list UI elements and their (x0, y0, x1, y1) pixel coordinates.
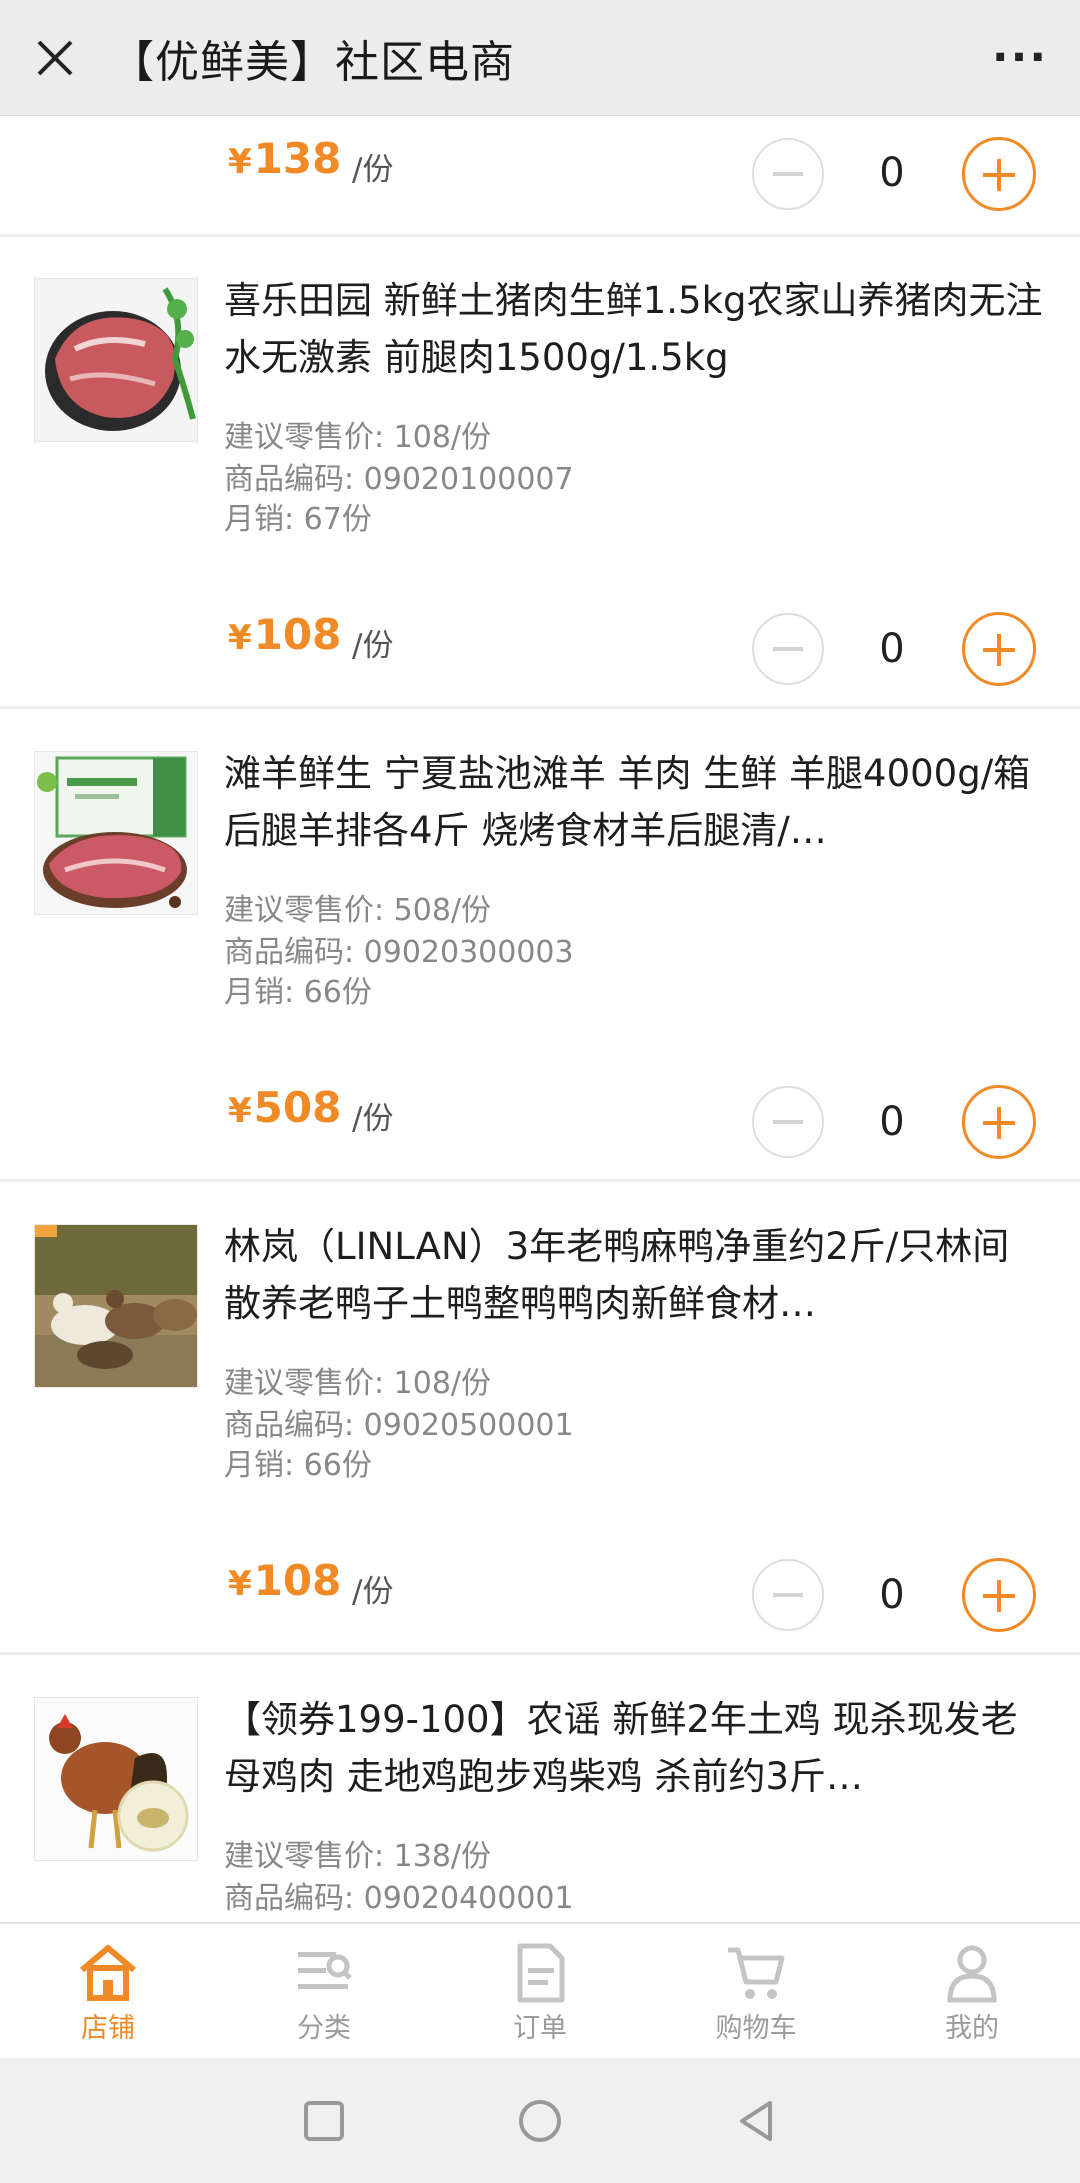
product-list[interactable]: ¥138 /份 0 喜乐田园 新鲜土猪肉生鲜1.5kg农家山养猪肉无注水无激素 … (0, 116, 1080, 1922)
decrease-button[interactable] (752, 138, 824, 210)
circle-icon (519, 2099, 561, 2142)
price: ¥508 (228, 1083, 342, 1132)
price: ¥108 (228, 1556, 342, 1605)
minus-icon (773, 172, 803, 176)
decrease-button[interactable] (752, 613, 824, 685)
close-icon (37, 40, 73, 75)
tab-label: 我的 (945, 2013, 999, 2044)
product-item[interactable]: 喜乐田园 新鲜土猪肉生鲜1.5kg农家山养猪肉无注水无激素 前腿肉1500g/1… (0, 236, 1080, 706)
cart-icon (728, 1947, 785, 1999)
increase-button[interactable] (962, 137, 1036, 211)
price-unit: /份 (352, 152, 394, 188)
minus-icon (773, 1593, 803, 1597)
product-name: 林岚（LINLAN）3年老鸭麻鸭净重约2斤/只林间散养老鸭子土鸭整鸭鸭肉新鲜食材… (224, 1225, 1010, 1325)
product-code: 商品编码: 09020100007 (224, 462, 574, 497)
product-name: 滩羊鲜生 宁夏盐池滩羊 羊肉 生鲜 羊腿4000g/箱 后腿羊排各4斤 烧烤食材… (224, 752, 1031, 852)
product-image (34, 278, 198, 442)
product-item[interactable]: 滩羊鲜生 宁夏盐池滩羊 羊肉 生鲜 羊腿4000g/箱 后腿羊排各4斤 烧烤食材… (0, 709, 1080, 1179)
more-menu-button[interactable]: ··· (960, 0, 1080, 116)
tab-shop[interactable]: 店铺 (0, 1924, 216, 2058)
increase-button[interactable] (962, 1085, 1036, 1159)
product-item[interactable]: 【领券199-100】农谣 新鲜2年土鸡 现杀现发老母鸡肉 走地鸡跑步鸡柴鸡 杀… (0, 1655, 1080, 1922)
monthly-sales: 月销: 65份 (224, 1913, 372, 1922)
square-icon (304, 2100, 344, 2141)
tab-profile[interactable]: 我的 (864, 1924, 1080, 2058)
back-button[interactable] (648, 2099, 864, 2143)
profile-icon (947, 1945, 997, 2003)
tab-label: 分类 (297, 2013, 351, 2044)
product-item[interactable]: 林岚（LINLAN）3年老鸭麻鸭净重约2斤/只林间散养老鸭子土鸭整鸭鸭肉新鲜食材… (0, 1182, 1080, 1652)
product-code: 商品编码: 09020400001 (224, 1881, 574, 1916)
price: ¥138 (228, 134, 342, 183)
monthly-sales: 月销: 66份 (224, 1448, 372, 1483)
price: ¥108 (228, 610, 342, 659)
category-icon (298, 1952, 352, 1989)
tab-category[interactable]: 分类 (216, 1924, 432, 2058)
system-nav-bar (0, 2058, 1080, 2183)
increase-button[interactable] (962, 1558, 1036, 1632)
tab-label: 店铺 (81, 2013, 135, 2044)
list-item: ¥138 /份 0 (0, 116, 1080, 236)
retail-price: 建议零售价: 108/份 (224, 420, 492, 455)
product-name: 喜乐田园 新鲜土猪肉生鲜1.5kg农家山养猪肉无注水无激素 前腿肉1500g/1… (224, 279, 1043, 379)
quantity-value: 0 (879, 626, 905, 672)
back-triangle-icon (740, 2100, 772, 2141)
home-button[interactable] (432, 2098, 648, 2144)
price-unit: /份 (352, 1574, 394, 1610)
quantity-value: 0 (879, 150, 905, 196)
close-button[interactable] (0, 0, 110, 116)
bottom-tab-bar: 店铺 分类 订单 购物车 我的 (0, 1922, 1080, 2058)
order-icon (517, 1943, 565, 2003)
quantity-value: 0 (879, 1572, 905, 1618)
monthly-sales: 月销: 66份 (224, 975, 372, 1010)
product-code: 商品编码: 09020500001 (224, 1408, 574, 1443)
price-unit: /份 (352, 1101, 394, 1137)
tab-orders[interactable]: 订单 (432, 1924, 648, 2058)
tab-label: 订单 (513, 2013, 567, 2044)
product-image (34, 1224, 198, 1388)
product-image (34, 751, 198, 915)
retail-price: 建议零售价: 508/份 (224, 893, 492, 928)
monthly-sales: 月销: 67份 (224, 502, 372, 537)
price-unit: /份 (352, 628, 394, 664)
product-image (34, 1697, 198, 1861)
page-title: 【优鲜美】社区电商 (110, 36, 515, 88)
minus-icon (773, 1120, 803, 1124)
recent-apps-button[interactable] (216, 2099, 432, 2143)
tab-label: 购物车 (715, 2013, 797, 2044)
decrease-button[interactable] (752, 1086, 824, 1158)
product-name: 【领券199-100】农谣 新鲜2年土鸡 现杀现发老母鸡肉 走地鸡跑步鸡柴鸡 杀… (224, 1698, 1018, 1798)
minus-icon (773, 647, 803, 651)
decrease-button[interactable] (752, 1559, 824, 1631)
top-bar: 【优鲜美】社区电商 ··· (0, 0, 1080, 116)
quantity-value: 0 (879, 1099, 905, 1145)
tab-cart[interactable]: 购物车 (648, 1924, 864, 2058)
shop-icon (80, 1945, 136, 2001)
retail-price: 建议零售价: 108/份 (224, 1366, 492, 1401)
retail-price: 建议零售价: 138/份 (224, 1839, 492, 1874)
product-code: 商品编码: 09020300003 (224, 935, 574, 970)
increase-button[interactable] (962, 612, 1036, 686)
